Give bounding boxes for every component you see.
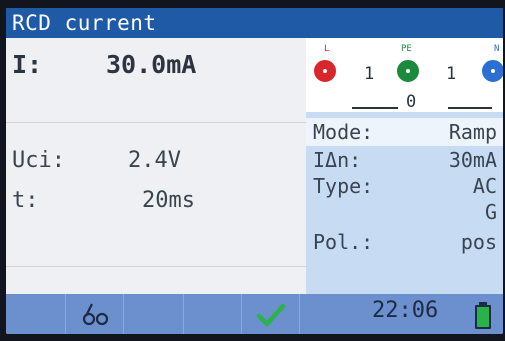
function-key-5[interactable] (242, 294, 300, 334)
screen: RCD current I: 30.0mA Uci: 2.4V t: 20ms … (6, 8, 503, 334)
clock: 22:06 (372, 298, 439, 323)
polarity-value: pos (460, 230, 497, 254)
terminal-pe-icon (397, 60, 419, 82)
uci-value: 2.4V (128, 148, 181, 173)
function-key-3[interactable] (124, 294, 184, 334)
time-value: 20ms (142, 188, 195, 213)
divider (6, 122, 306, 123)
type-value: AC (472, 174, 497, 198)
polarity-label: Pol.: (313, 230, 374, 254)
type-setting-sub: G (306, 198, 503, 226)
terminal-n-icon (482, 60, 503, 82)
settings-pane: L PE N 1 1 0 Mode: Ramp IΔn: 30mA Type: … (306, 38, 503, 294)
results-pane: I: 30.0mA Uci: 2.4V t: 20ms (6, 38, 306, 294)
idn-value: 30mA (448, 148, 497, 172)
check-icon (256, 303, 286, 327)
mode-label: Mode: (313, 120, 374, 144)
function-key-bar: 22:06 (6, 294, 503, 334)
pe-value: 0 (406, 92, 417, 112)
mode-value: Ramp (448, 120, 497, 144)
connection-line (448, 107, 492, 109)
device-frame: RCD current I: 30.0mA Uci: 2.4V t: 20ms … (0, 0, 505, 341)
type-value-2: G (484, 200, 497, 224)
connection-line (352, 107, 398, 109)
terminal-n-label: N (494, 44, 500, 54)
time-label: t: (12, 188, 39, 213)
battery-icon (475, 302, 491, 329)
polarity-setting[interactable]: Pol.: pos (306, 228, 503, 256)
page-title: RCD current (12, 11, 157, 35)
pe-n-value: 1 (446, 64, 457, 84)
current-value: 30.0mA (106, 50, 197, 79)
l-pe-value: 1 (364, 64, 375, 84)
function-key-2[interactable] (66, 294, 124, 334)
terminal-diagram: L PE N 1 1 0 (306, 38, 503, 112)
title-bar: RCD current (6, 8, 503, 38)
uci-label: Uci: (12, 148, 65, 173)
idn-label: IΔn: (313, 148, 362, 172)
type-setting[interactable]: Type: AC (306, 172, 503, 200)
idn-setting[interactable]: IΔn: 30mA (306, 146, 503, 174)
function-key-1[interactable] (6, 294, 66, 334)
type-label: Type: (313, 174, 374, 198)
current-label: I: (12, 50, 43, 79)
terminal-pe-label: PE (401, 44, 412, 54)
function-key-4[interactable] (184, 294, 242, 334)
mode-setting[interactable]: Mode: Ramp (306, 118, 503, 146)
divider (6, 266, 306, 267)
terminal-l-label: L (324, 44, 330, 54)
probe-icon (82, 303, 109, 326)
terminal-l-icon (314, 60, 336, 82)
